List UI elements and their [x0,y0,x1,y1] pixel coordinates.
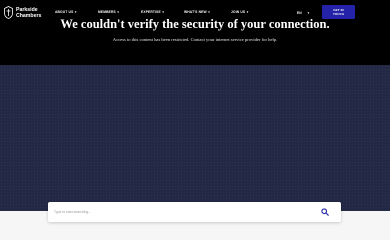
nav-item-label: ABOUT US [55,10,74,14]
page: Parkside Chambers ABOUT US ▾ MEMBERS ▾ EXP… [0,0,390,240]
search-bar [48,202,341,222]
chevron-down-icon: ▾ [74,10,77,14]
chevron-down-icon: ▾ [117,10,119,14]
search-icon[interactable] [321,208,329,216]
nav-item-label: WHAT'S NEW [184,10,207,14]
chevron-down-icon: ▾ [162,10,164,14]
nav-item-label: EXPERTISE [141,10,161,14]
nav-item-whats-new[interactable]: WHAT'S NEW ▾ [184,10,210,14]
header: Parkside Chambers ABOUT US ▾ MEMBERS ▾ EXP… [0,0,390,65]
language-selector[interactable]: EN ▾ [297,11,309,15]
search-input[interactable] [54,207,304,217]
hero-band [0,65,390,211]
nav-item-expertise[interactable]: EXPERTISE ▾ [141,10,164,14]
page-title: We couldn't verify the security of your … [60,17,330,31]
chevron-down-icon: ▾ [246,10,249,14]
nav-item-members[interactable]: MEMBERS ▾ [98,10,119,14]
nav-item-about-us[interactable]: ABOUT US ▾ [55,10,76,14]
chevron-down-icon: ▾ [208,10,210,14]
nav-item-join-us[interactable]: JOIN US ▾ [231,10,248,14]
nav-item-label: MEMBERS [98,10,116,14]
language-label: EN [297,11,302,15]
chevron-down-icon: ▾ [307,11,309,15]
restriction-message: Access to this content has been restrict… [112,37,278,42]
nav-item-label: JOIN US [231,10,246,14]
brand-line-1: Parkside [16,6,38,13]
